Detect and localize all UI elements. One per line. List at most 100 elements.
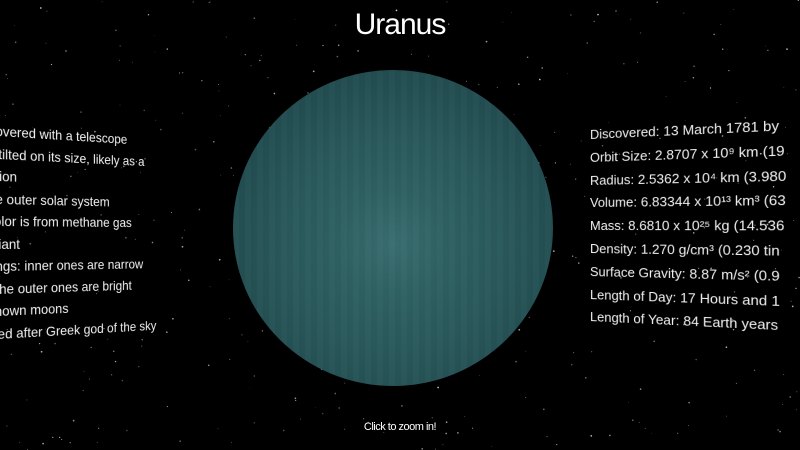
- star: [96, 441, 98, 443]
- star: [575, 178, 577, 180]
- star: [573, 352, 575, 354]
- star: [437, 386, 439, 389]
- star: [208, 1, 211, 4]
- star: [783, 374, 785, 376]
- star: [166, 405, 168, 408]
- star: [12, 103, 14, 105]
- star: [651, 432, 653, 434]
- star: [160, 128, 162, 131]
- star: [591, 351, 593, 353]
- star: [210, 1, 211, 3]
- star: [546, 436, 548, 438]
- star: [637, 61, 639, 63]
- star: [119, 104, 121, 106]
- star: [166, 48, 168, 50]
- star: [315, 407, 316, 408]
- stats-panel: Discovered: 13 March 1781 by Orbit Size:…: [590, 111, 800, 343]
- star: [58, 436, 61, 439]
- star: [736, 102, 738, 104]
- star: [50, 63, 53, 66]
- star: [431, 417, 434, 419]
- star: [783, 86, 785, 88]
- star: [609, 434, 611, 437]
- star: [267, 77, 269, 79]
- star: [584, 195, 586, 197]
- star: [539, 145, 541, 146]
- star: [322, 44, 324, 47]
- star: [192, 1, 194, 3]
- star: [312, 70, 315, 73]
- star: [569, 163, 571, 165]
- star: [623, 63, 625, 65]
- star: [218, 90, 220, 92]
- star: [259, 59, 261, 62]
- star: [586, 42, 588, 44]
- star: [249, 388, 250, 389]
- star: [6, 78, 8, 79]
- star: [69, 442, 71, 444]
- star: [250, 65, 252, 67]
- star: [695, 359, 697, 361]
- star: [228, 279, 230, 281]
- star: [709, 87, 712, 89]
- star: [241, 334, 243, 336]
- star: [179, 440, 181, 442]
- star: [207, 364, 210, 367]
- star: [401, 405, 403, 407]
- star: [538, 78, 541, 81]
- star: [336, 55, 339, 58]
- star: [465, 80, 467, 82]
- star: [138, 366, 140, 368]
- star: [230, 167, 233, 169]
- star: [543, 408, 545, 410]
- star: [220, 114, 221, 116]
- star: [496, 86, 499, 89]
- star: [525, 350, 527, 352]
- star: [653, 340, 656, 343]
- star: [118, 59, 121, 61]
- star: [767, 49, 769, 51]
- star: [295, 399, 297, 401]
- star: [212, 140, 215, 143]
- star: [517, 83, 520, 86]
- star: [571, 255, 574, 257]
- star: [42, 442, 44, 445]
- star: [541, 67, 544, 69]
- star: [80, 111, 82, 113]
- star: [639, 388, 642, 390]
- star: [337, 44, 340, 46]
- uranus-planet-sphere[interactable]: [233, 70, 553, 386]
- star: [273, 92, 276, 95]
- star: [478, 375, 480, 377]
- star: [442, 444, 444, 446]
- star: [65, 50, 67, 52]
- star: [556, 444, 558, 446]
- star: [52, 436, 54, 438]
- star: [518, 328, 521, 331]
- stat-volume: Volume: 6.83344 x 10¹³ km³ (63: [590, 192, 786, 211]
- star: [722, 48, 724, 50]
- star: [119, 45, 121, 47]
- star: [114, 360, 117, 363]
- star: [334, 392, 337, 395]
- star: [528, 316, 530, 318]
- star: [552, 250, 555, 252]
- star: [578, 262, 580, 264]
- star: [786, 48, 788, 50]
- star: [209, 286, 211, 288]
- star: [357, 50, 359, 52]
- star: [82, 389, 84, 392]
- star: [363, 418, 365, 420]
- star: [434, 448, 436, 450]
- star: [566, 73, 568, 74]
- star: [795, 89, 797, 91]
- star: [231, 442, 232, 444]
- star: [229, 358, 231, 360]
- star: [796, 391, 798, 393]
- star: [88, 378, 90, 380]
- star: [178, 72, 181, 74]
- star: [247, 340, 249, 342]
- zoom-hint[interactable]: Click to zoom in!: [0, 421, 800, 433]
- star: [789, 396, 792, 398]
- facts-list-panel: Discovered with a telescope Axis tilted …: [0, 120, 203, 360]
